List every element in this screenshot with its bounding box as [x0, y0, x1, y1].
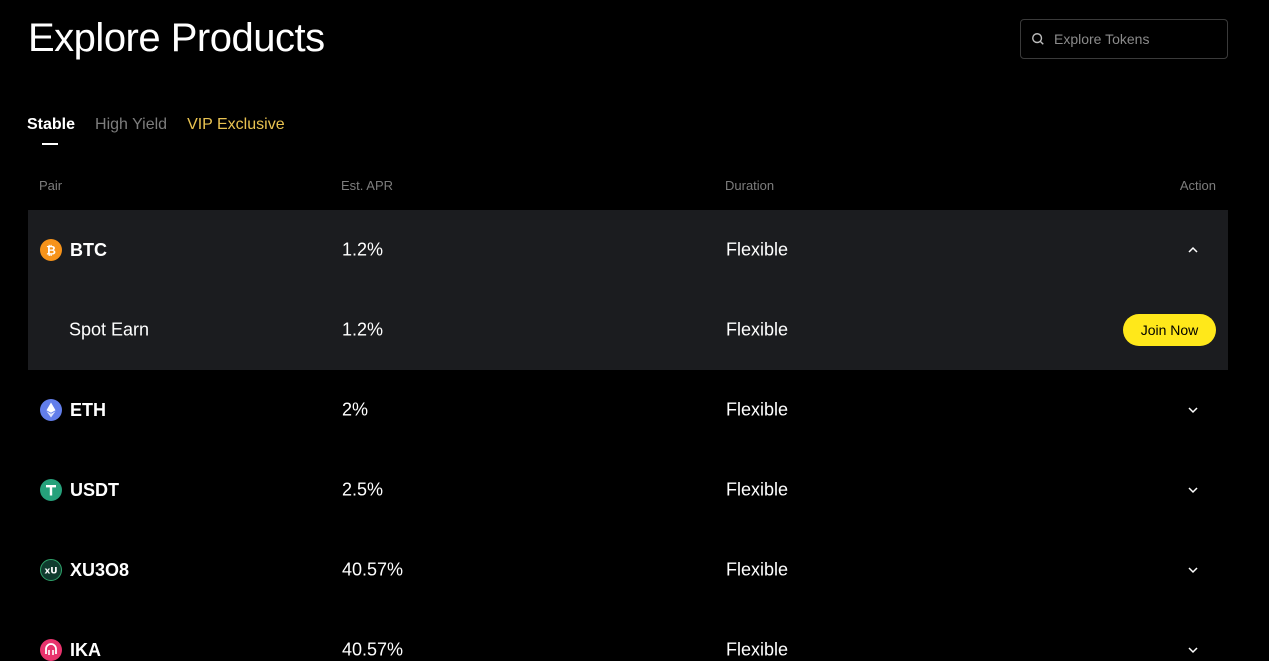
apr-value: 1.2% — [342, 239, 384, 260]
coin-name: USDT — [70, 479, 119, 500]
tab-high-yield[interactable]: High Yield — [95, 116, 167, 134]
coin-name: ETH — [70, 399, 106, 420]
table-row-btc[interactable]: ₿ BTC 1.2% Flexible — [28, 210, 1228, 290]
product-name: Spot Earn — [69, 319, 150, 340]
ika-icon — [40, 639, 62, 661]
duration-value: Flexible — [726, 239, 789, 260]
pair-cell: ₿ BTC — [40, 239, 107, 261]
coin-name: BTC — [70, 239, 107, 260]
chevron-down-icon[interactable] — [1186, 643, 1200, 657]
tab-vip-exclusive[interactable]: VIP Exclusive — [187, 116, 285, 134]
apr-value: 2% — [342, 399, 369, 420]
search-icon — [1032, 33, 1044, 45]
btc-icon: ₿ — [40, 239, 62, 261]
apr-value: 2.5% — [342, 479, 384, 500]
column-header-action: Action — [1179, 178, 1216, 193]
product-tabs: Stable High Yield VIP Exclusive — [27, 116, 285, 145]
pair-cell: IKA — [40, 639, 101, 661]
table-row-xu3o8[interactable]: xU XU3O8 40.57% Flexible — [28, 530, 1228, 610]
apr-value: 40.57% — [342, 559, 404, 580]
join-now-button[interactable]: Join Now — [1123, 314, 1216, 346]
duration-value: Flexible — [726, 399, 789, 420]
table-row-eth[interactable]: ETH 2% Flexible — [28, 370, 1228, 450]
chevron-up-icon[interactable] — [1186, 243, 1200, 257]
column-header-pair: Pair — [39, 178, 63, 193]
coin-name: IKA — [70, 639, 101, 660]
pair-cell: ETH — [40, 399, 106, 421]
pair-cell: xU XU3O8 — [40, 559, 129, 581]
svg-text:₿: ₿ — [46, 244, 56, 258]
xu3o8-icon: xU — [40, 559, 62, 581]
chevron-down-icon[interactable] — [1186, 483, 1200, 497]
chevron-down-icon[interactable] — [1186, 563, 1200, 577]
pair-cell: USDT — [40, 479, 119, 501]
explore-products-page: Explore Products Stable High Yield VIP E… — [0, 0, 1269, 661]
tab-stable[interactable]: Stable — [27, 116, 75, 145]
chevron-down-icon[interactable] — [1186, 403, 1200, 417]
duration-value: Flexible — [726, 559, 789, 580]
search-input[interactable] — [1054, 31, 1214, 47]
apr-value: 40.57% — [342, 639, 404, 660]
usdt-icon — [40, 479, 62, 501]
table-row-usdt[interactable]: USDT 2.5% Flexible — [28, 450, 1228, 530]
duration-value: Flexible — [726, 319, 789, 340]
apr-value: 1.2% — [342, 319, 384, 340]
column-header-apr: Est. APR — [341, 178, 394, 193]
coin-name: XU3O8 — [70, 559, 130, 580]
table-row-ika[interactable]: IKA 40.57% Flexible — [28, 610, 1228, 661]
duration-value: Flexible — [726, 639, 789, 660]
products-table: ₿ BTC 1.2% Flexible Spot Earn 1.2% Flexi… — [28, 210, 1228, 661]
page-title: Explore Products — [28, 16, 325, 60]
duration-value: Flexible — [726, 479, 789, 500]
svg-text:xU: xU — [44, 567, 57, 577]
table-header: Pair Est. APR Duration Action — [28, 178, 1228, 196]
btc-expanded-group: ₿ BTC 1.2% Flexible Spot Earn 1.2% Flexi… — [28, 210, 1228, 370]
eth-icon — [40, 399, 62, 421]
column-header-duration: Duration — [725, 178, 775, 193]
table-subrow-spot-earn: Spot Earn 1.2% Flexible Join Now — [28, 290, 1228, 370]
search-box[interactable] — [1020, 19, 1228, 59]
